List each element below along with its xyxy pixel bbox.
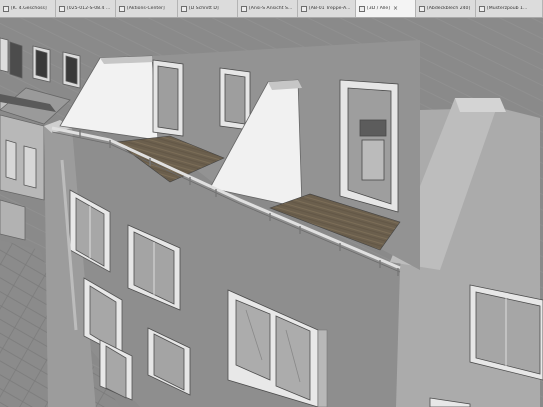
tab-label: [Aktions-Center] [127,6,165,11]
close-icon[interactable]: × [393,5,398,12]
tab-8[interactable]: [Abdeckblech 240] [416,0,476,17]
section-icon [59,5,65,12]
tab-label: [025-012-S-08.4 ... [67,6,111,11]
tab-label: [K. 4.Geschoss] [11,6,47,11]
detail-icon [419,5,425,12]
tab-label: [D Schnitt D] [189,6,219,11]
tab-9[interactable]: [Musterzpoub 1... [476,0,543,17]
right-downpipe [317,329,328,407]
3d-viewport[interactable] [0,18,543,407]
tab-label: [3D / Alle] [367,6,391,11]
section-icon [181,5,187,12]
tab-label: [AB-01 Treppe-A... [309,6,351,11]
view-tab-bar: [K. 4.Geschoss] [025-012-S-08.4 ... [Aktio… [0,0,543,18]
right-parapet-cap [455,98,506,112]
floor-plan-icon [3,5,9,12]
tab-1[interactable]: [K. 4.Geschoss] [0,0,56,17]
tab-5[interactable]: [Ansi-S Ansicht S... [238,0,298,17]
action-center-icon [119,5,125,12]
app-window: [K. 4.Geschoss] [025-012-S-08.4 ... [Aktio… [0,0,543,407]
tab-7[interactable]: [3D / Alle] × [356,0,416,17]
elevation-icon [241,5,247,12]
tab-label: [Abdeckblech 240] [427,6,471,11]
tab-4[interactable]: [D Schnitt D] [178,0,238,17]
3d-view-icon [359,5,365,12]
detail-icon [301,5,307,12]
tab-6[interactable]: [AB-01 Treppe-A... [298,0,356,17]
detail-icon [479,5,485,12]
tab-label: [Musterzpoub 1... [487,6,528,11]
tab-3[interactable]: [Aktions-Center] [116,0,178,17]
tab-label: [Ansi-S Ansicht S... [249,6,293,11]
tab-2[interactable]: [025-012-S-08.4 ... [56,0,116,17]
3d-model-canvas[interactable] [0,18,543,407]
